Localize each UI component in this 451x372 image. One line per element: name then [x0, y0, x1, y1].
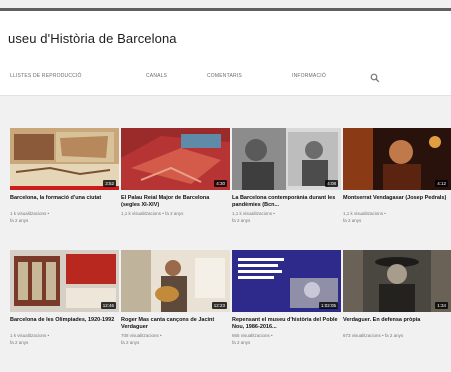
- video-views: 1 k visualitzacions •: [10, 333, 50, 338]
- video-views: 665 visualitzacions •: [232, 333, 273, 338]
- guitar-player-thumbnail[interactable]: 12:23: [121, 250, 230, 312]
- red-palace-thumbnail[interactable]: 4:30: [121, 128, 230, 190]
- tab-channels[interactable]: CANALS: [146, 73, 167, 79]
- exhibition-thumbnail[interactable]: 12:46: [10, 250, 119, 312]
- search-icon[interactable]: [370, 70, 380, 83]
- channel-tabs: LLISTES DE REPRODUCCIÓ CANALS COMENTARIS…: [0, 73, 451, 95]
- video-duration: 1:34: [435, 302, 448, 309]
- video-title[interactable]: El Palau Reial Major de Barcelona (segle…: [121, 195, 227, 209]
- video-views: 673 visualitzacions • fa 2 anys: [343, 333, 404, 338]
- channel-title: useu d'Història de Barcelona: [8, 31, 177, 46]
- header-divider: [0, 95, 451, 96]
- video-title[interactable]: Repensant el museu d'història del Poble …: [232, 317, 338, 331]
- video-duration: 4:30: [214, 180, 227, 187]
- video-age: fa 2 anys: [343, 218, 362, 223]
- tab-playlists[interactable]: LLISTES DE REPRODUCCIÓ: [10, 73, 82, 79]
- historic-photo-thumbnail[interactable]: 4:08: [232, 128, 341, 190]
- video-duration: 4:12: [435, 180, 448, 187]
- video-duration: 4:08: [325, 180, 338, 187]
- tab-about[interactable]: INFORMACIÓ: [292, 73, 326, 79]
- video-title[interactable]: Barcelona, la formació d'una ciutat: [10, 195, 116, 202]
- video-views: 1,1 k visualitzacions •: [232, 211, 275, 216]
- video-age: fa 2 anys: [10, 218, 29, 223]
- tab-comments[interactable]: COMENTARIS: [207, 73, 242, 79]
- video-views: 1,1 k visualitzacions • fa 2 anys: [121, 211, 184, 216]
- video-title[interactable]: Roger Mas canta cançons de Jacint Verdag…: [121, 317, 227, 331]
- video-title[interactable]: La Barcelona contemporània durant les pa…: [232, 195, 338, 209]
- video-age: fa 2 anys: [232, 340, 251, 345]
- video-duration: 12:23: [211, 302, 227, 309]
- old-map-thumbnail[interactable]: 3:52: [10, 128, 119, 190]
- video-duration: 12:46: [100, 302, 116, 309]
- video-duration: 3:52: [103, 180, 116, 187]
- video-views: 708 visualitzacions •: [121, 333, 162, 338]
- video-views: 1,1 k visualitzacions •: [343, 211, 386, 216]
- video-age: fa 2 anys: [121, 340, 140, 345]
- bw-portrait-thumbnail[interactable]: 1:34: [343, 250, 451, 312]
- video-title[interactable]: Verdaguer. En defensa pròpia: [343, 317, 449, 324]
- video-title[interactable]: Montserrat Vendagasar (Josep Pedrals): [343, 195, 449, 202]
- video-views: 1 k visualitzacions •: [10, 211, 50, 216]
- channel-header: useu d'Història de Barcelona LLISTES DE …: [0, 11, 451, 95]
- conference-poster-thumbnail[interactable]: 1:02:05: [232, 250, 341, 312]
- video-duration: 1:02:05: [318, 302, 338, 309]
- dark-portrait-thumbnail[interactable]: 4:12: [343, 128, 451, 190]
- video-age: fa 2 anys: [232, 218, 251, 223]
- video-age: fa 2 anys: [10, 340, 29, 345]
- video-title[interactable]: Barcelona de les Olimpiades, 1920-1992: [10, 317, 116, 324]
